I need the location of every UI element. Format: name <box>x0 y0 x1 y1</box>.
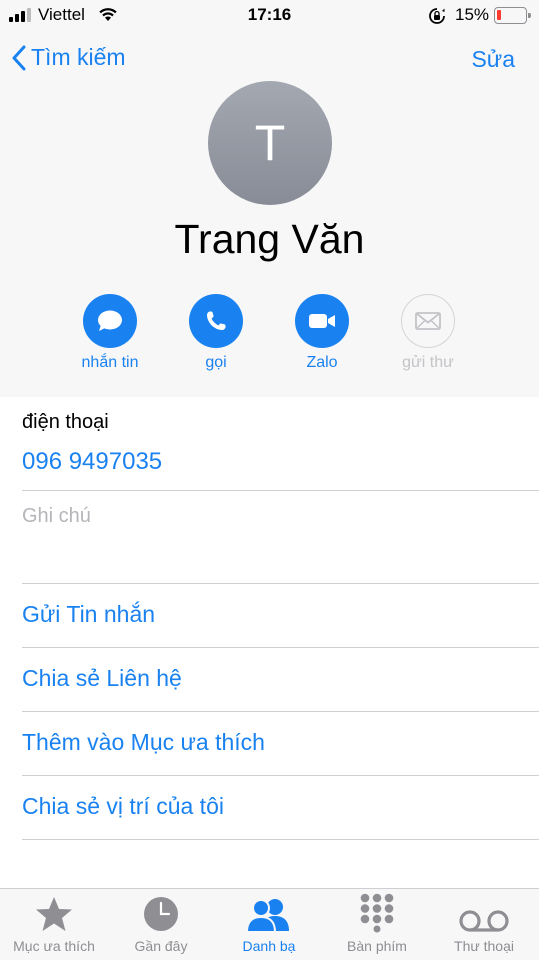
avatar: T <box>208 81 332 205</box>
divider <box>22 647 539 648</box>
tab-label: Gần đây <box>134 938 188 954</box>
battery-icon <box>494 7 531 24</box>
tab-label: Mục ưa thích <box>13 938 95 954</box>
divider <box>22 583 539 584</box>
tab-label: Thư thoại <box>454 938 514 954</box>
tab-label: Bàn phím <box>347 938 407 954</box>
tab-contacts[interactable]: Danh bạ <box>215 889 323 960</box>
action-label: gửi thư <box>402 354 454 371</box>
contacts-icon <box>245 899 289 933</box>
message-action-button[interactable]: nhắn tin <box>50 294 170 372</box>
divider <box>22 711 539 712</box>
tab-voicemail[interactable]: Thư thoại <box>430 889 538 960</box>
keypad-icon <box>360 893 394 933</box>
tab-label: Danh bạ <box>242 938 296 954</box>
tab-bar: Mục ưa thích Gần đây Danh bạ Bàn phím Th… <box>0 888 539 960</box>
voicemail-icon <box>459 910 509 932</box>
notes-field[interactable]: Ghi chú <box>22 505 91 528</box>
contact-name: Trang Văn <box>174 216 365 262</box>
share-location-link[interactable]: Chia sẻ vị trí của tôi <box>22 793 224 820</box>
phone-icon <box>189 294 243 348</box>
divider <box>22 775 539 776</box>
tab-favorites[interactable]: Mục ưa thích <box>0 889 108 960</box>
mail-icon <box>401 294 455 348</box>
phone-number-link[interactable]: 096 9497035 <box>22 448 162 476</box>
battery-percent: 15% <box>455 5 490 24</box>
status-bar: Viettel 17:16 15% <box>0 0 539 30</box>
send-message-link[interactable]: Gửi Tin nhắn <box>22 601 155 628</box>
contact-header: Tìm kiếm Sửa T Trang Văn nhắn tin gọi Za… <box>0 30 539 397</box>
divider <box>22 839 539 840</box>
action-label: Zalo <box>306 354 338 371</box>
message-icon <box>83 294 137 348</box>
share-contact-link[interactable]: Chia sẻ Liên hệ <box>22 665 182 692</box>
orientation-lock-icon <box>428 7 446 30</box>
add-to-favorites-link[interactable]: Thêm vào Mục ưa thích <box>22 729 265 756</box>
mail-action-button[interactable]: gửi thư <box>368 294 488 372</box>
zalo-action-button[interactable]: Zalo <box>262 294 382 372</box>
action-label: gọi <box>205 354 227 371</box>
divider <box>22 490 539 491</box>
battery-level <box>497 10 501 20</box>
star-icon <box>36 897 72 931</box>
avatar-initial: T <box>254 115 286 171</box>
action-label: nhắn tin <box>81 354 139 371</box>
video-icon <box>295 294 349 348</box>
back-label: Tìm kiếm <box>31 44 126 70</box>
phone-label: điện thoại <box>22 411 109 433</box>
call-action-button[interactable]: gọi <box>156 294 276 372</box>
tab-keypad[interactable]: Bàn phím <box>323 889 431 960</box>
chevron-left-icon <box>12 45 26 70</box>
edit-button[interactable]: Sửa <box>471 46 515 73</box>
back-button[interactable]: Tìm kiếm <box>12 44 126 71</box>
clock-icon <box>144 897 178 931</box>
tab-recents[interactable]: Gần đây <box>107 889 215 960</box>
